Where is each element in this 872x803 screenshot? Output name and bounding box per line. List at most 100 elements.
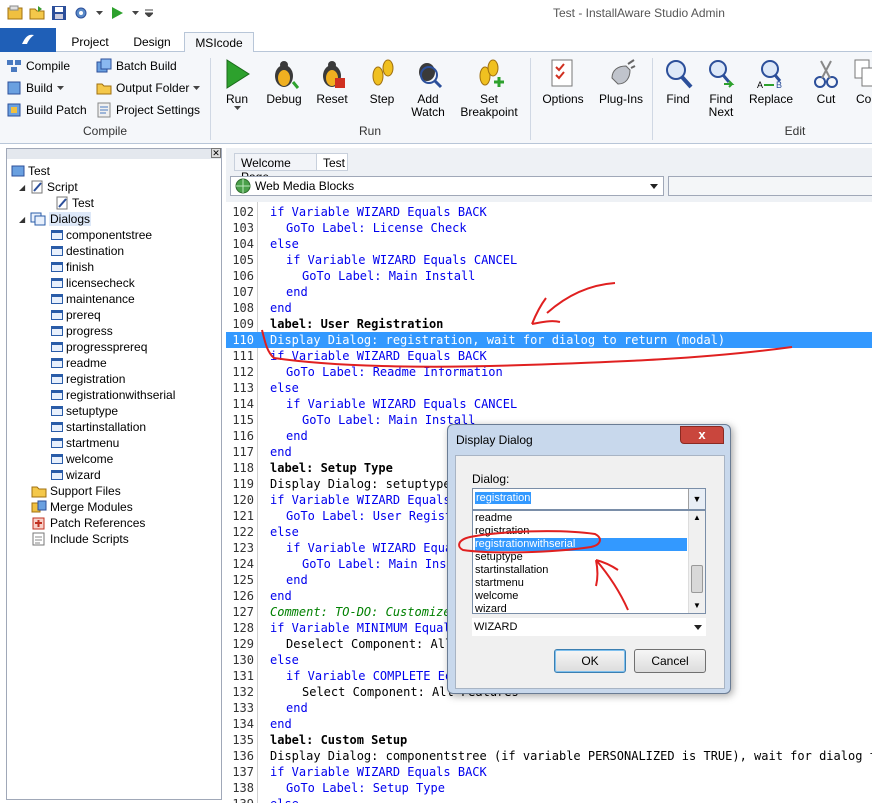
- code-line[interactable]: else: [270, 796, 299, 803]
- code-line[interactable]: if Variable WIZARD Equals BACK: [270, 348, 487, 364]
- tree-item-dialog[interactable]: registrationwithserial: [51, 387, 175, 403]
- dropdown-option[interactable]: registrationwithserial: [475, 538, 687, 551]
- collapse-icon[interactable]: ◢: [19, 215, 27, 224]
- tree-item-dialog[interactable]: progressprereq: [51, 339, 147, 355]
- open-icon[interactable]: [28, 4, 46, 22]
- cut-button[interactable]: Cut: [808, 58, 844, 106]
- code-line[interactable]: if Variable WIZARD Equals CANCEL: [286, 252, 517, 268]
- build-patch-button[interactable]: Build Patch: [6, 100, 87, 120]
- cancel-button[interactable]: Cancel: [634, 649, 706, 673]
- settings-icon[interactable]: [72, 4, 90, 22]
- compile-button[interactable]: Compile: [6, 56, 70, 76]
- scrollbar-thumb[interactable]: [691, 565, 703, 593]
- tree-item-patch-references[interactable]: Patch References: [31, 515, 145, 531]
- tree-item-include-scripts[interactable]: Include Scripts: [31, 531, 129, 547]
- tree-item-dialog[interactable]: wizard: [51, 467, 101, 483]
- build-button[interactable]: Build: [6, 78, 64, 98]
- tree-item-dialog[interactable]: setuptype: [51, 403, 118, 419]
- run-icon[interactable]: [108, 4, 126, 22]
- dialog-close-button[interactable]: x: [680, 426, 724, 444]
- code-line[interactable]: else: [270, 380, 299, 396]
- plugins-button[interactable]: Plug-Ins: [596, 58, 646, 106]
- step-button[interactable]: Step: [362, 58, 402, 106]
- tree-item-dialog[interactable]: readme: [51, 355, 107, 371]
- customize-qat-icon[interactable]: [144, 4, 154, 22]
- code-line[interactable]: if Variable WIZARD Equals CANCEL: [286, 396, 517, 412]
- replace-button[interactable]: AB Replace: [746, 58, 796, 106]
- tree-item-dialog[interactable]: componentstree: [51, 227, 152, 243]
- dialog-dropdown-list[interactable]: ▲ ▼ readme registration registrationwithse…: [472, 510, 706, 616]
- secondary-combo[interactable]: [668, 176, 872, 196]
- dialog-select[interactable]: registration ▼: [472, 488, 706, 510]
- code-line[interactable]: if Variable WIZARD Equals BACK: [270, 764, 487, 780]
- variable-select[interactable]: WIZARD: [472, 618, 706, 636]
- reset-button[interactable]: Reset: [312, 58, 352, 106]
- tree-item-merge-modules[interactable]: Merge Modules: [31, 499, 133, 515]
- batch-build-button[interactable]: Batch Build: [96, 56, 177, 76]
- code-line[interactable]: end: [270, 300, 292, 316]
- collapse-icon[interactable]: ◢: [19, 183, 27, 192]
- application-menu-button[interactable]: [0, 28, 56, 52]
- web-media-blocks-combo[interactable]: Web Media Blocks: [230, 176, 664, 196]
- code-line[interactable]: end: [270, 444, 292, 460]
- code-line[interactable]: label: Custom Setup: [270, 732, 407, 748]
- project-settings-button[interactable]: Project Settings: [96, 100, 200, 120]
- dropdown-option[interactable]: welcome: [475, 590, 687, 603]
- save-icon[interactable]: [50, 4, 68, 22]
- tab-design[interactable]: Design: [124, 32, 180, 52]
- code-line[interactable]: label: User Registration: [270, 316, 443, 332]
- chevron-down-icon[interactable]: [130, 4, 140, 22]
- run-button[interactable]: Run: [220, 58, 254, 113]
- tree-item-dialog[interactable]: maintenance: [51, 291, 135, 307]
- find-next-button[interactable]: Find Next: [702, 58, 740, 119]
- code-line[interactable]: label: Setup Type: [270, 460, 393, 476]
- code-line[interactable]: else: [270, 524, 299, 540]
- close-icon[interactable]: ✕: [211, 148, 221, 158]
- ok-button[interactable]: OK: [554, 649, 626, 673]
- tree-item-dialog[interactable]: licensecheck: [51, 275, 135, 291]
- add-watch-button[interactable]: Add Watch: [406, 58, 450, 119]
- chevron-down-icon[interactable]: [94, 4, 104, 22]
- tree-item-dialog[interactable]: destination: [51, 243, 124, 259]
- code-line[interactable]: end: [286, 572, 308, 588]
- tab-msicode[interactable]: MSIcode: [184, 32, 254, 52]
- code-line[interactable]: end: [270, 588, 292, 604]
- code-line[interactable]: end: [286, 284, 308, 300]
- code-line[interactable]: Display Dialog: componentstree (if varia…: [270, 748, 872, 764]
- tree-item-dialog[interactable]: finish: [51, 259, 94, 275]
- code-line[interactable]: GoTo Label: Main Install: [302, 268, 475, 284]
- tree-item-dialog[interactable]: progress: [51, 323, 113, 339]
- dropdown-scrollbar[interactable]: ▲ ▼: [688, 511, 705, 613]
- code-line[interactable]: GoTo Label: Setup Type: [286, 780, 445, 796]
- scroll-down-icon[interactable]: ▼: [691, 601, 703, 611]
- code-line[interactable]: else: [270, 652, 299, 668]
- code-line[interactable]: if Variable WIZARD Equals BACK: [270, 204, 487, 220]
- tree-item-script[interactable]: ◢ Script: [19, 179, 78, 195]
- tree-item-dialog[interactable]: registration: [51, 371, 125, 387]
- code-line[interactable]: end: [286, 428, 308, 444]
- copy-button[interactable]: Cop: [852, 58, 872, 106]
- code-line[interactable]: GoTo Label: License Check: [286, 220, 467, 236]
- tab-project[interactable]: Project: [64, 32, 116, 52]
- dropdown-option[interactable]: setuptype: [475, 551, 687, 564]
- code-line[interactable]: else: [270, 236, 299, 252]
- debug-button[interactable]: Debug: [264, 58, 304, 106]
- dropdown-option[interactable]: registration: [475, 525, 687, 538]
- dropdown-option[interactable]: wizard: [475, 603, 687, 616]
- tree-item-dialog[interactable]: welcome: [51, 451, 113, 467]
- code-line[interactable]: end: [270, 716, 292, 732]
- chevron-down-icon[interactable]: ▼: [688, 489, 705, 509]
- output-folder-button[interactable]: Output Folder: [96, 78, 201, 98]
- dropdown-option[interactable]: readme: [475, 512, 687, 525]
- tree-item-dialog[interactable]: prereq: [51, 307, 101, 323]
- find-button[interactable]: Find: [660, 58, 696, 106]
- code-line[interactable]: Display Dialog: registration, wait for d…: [270, 332, 725, 348]
- tab-test[interactable]: Test: [316, 153, 348, 171]
- tree-item-support-files[interactable]: Support Files: [31, 483, 121, 499]
- code-line[interactable]: end: [286, 700, 308, 716]
- tree-item-dialog[interactable]: startinstallation: [51, 419, 146, 435]
- dropdown-option[interactable]: startmenu: [475, 577, 687, 590]
- dropdown-option[interactable]: startinstallation: [475, 564, 687, 577]
- tree-item-root[interactable]: Test: [11, 163, 50, 179]
- scroll-up-icon[interactable]: ▲: [691, 513, 703, 523]
